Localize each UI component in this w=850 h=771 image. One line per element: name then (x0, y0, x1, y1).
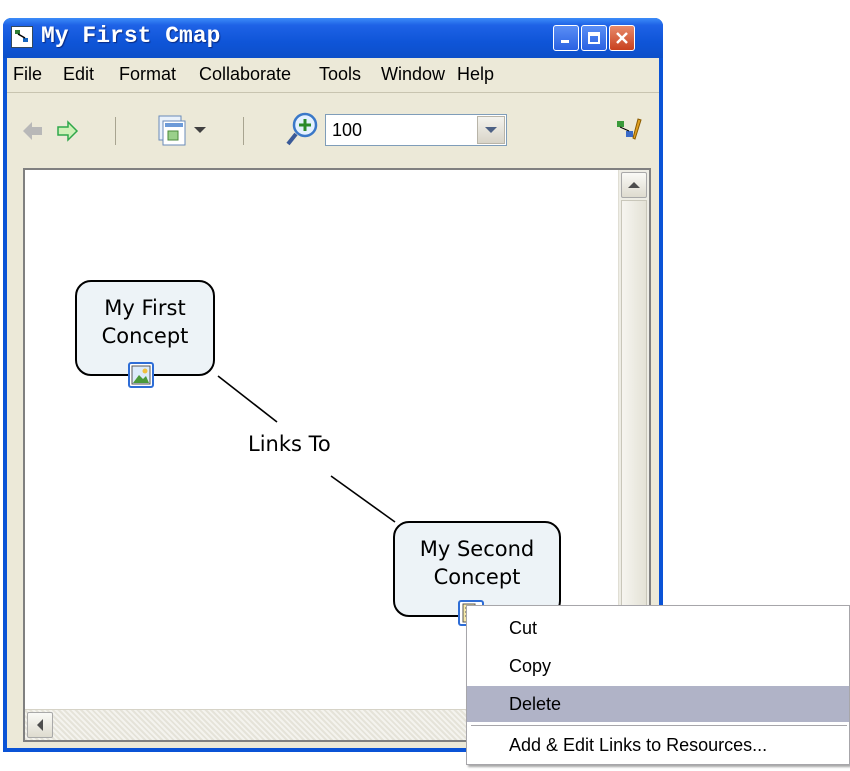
link-line-lower (330, 475, 396, 523)
toolbar-separator (243, 117, 244, 145)
zoom-in-icon[interactable] (285, 111, 321, 147)
forward-arrow-icon[interactable] (55, 119, 79, 143)
context-menu-item-label: Cut (509, 618, 538, 638)
menu-help[interactable]: Help (457, 64, 494, 85)
chevron-left-icon (37, 719, 43, 731)
menu-file[interactable]: File (13, 64, 42, 85)
menu-format[interactable]: Format (119, 64, 176, 85)
cmap-app-icon (11, 26, 33, 48)
context-menu-separator (471, 725, 847, 726)
scroll-up-button[interactable] (621, 172, 647, 198)
menu-window[interactable]: Window (381, 64, 445, 85)
context-menu-item-label: Copy (509, 656, 552, 676)
minimize-button[interactable] (553, 25, 579, 51)
zoom-combobox[interactable]: 100 (325, 114, 507, 146)
close-button[interactable] (609, 25, 635, 51)
menu-collaborate[interactable]: Collaborate (199, 64, 291, 85)
context-menu-item-label: Add & Edit Links to Resources... (509, 735, 768, 755)
image-resource-icon[interactable] (128, 362, 154, 388)
menu-edit[interactable]: Edit (63, 64, 94, 85)
chevron-down-icon (485, 127, 497, 133)
concept-label-line1: My Second (419, 537, 535, 561)
window-title: My First Cmap (41, 23, 221, 49)
link-line-upper (217, 375, 278, 423)
concept-label-line1: My First (104, 296, 186, 320)
toolbar: 100 (7, 93, 659, 167)
concept-label-line2: Concept (101, 324, 189, 348)
context-menu-item-label: Delete (509, 694, 562, 714)
title-bar[interactable]: My First Cmap (3, 18, 663, 58)
cmap-views-icon[interactable] (155, 113, 189, 147)
scroll-left-button[interactable] (27, 712, 53, 738)
maximize-button[interactable] (581, 25, 607, 51)
context-menu-cut[interactable]: Cut (467, 610, 849, 646)
zoom-dropdown-button[interactable] (477, 116, 505, 144)
zoom-value: 100 (332, 120, 363, 140)
context-menu-add-edit-links[interactable]: Add & Edit Links to Resources... (467, 727, 849, 763)
context-menu-delete[interactable]: Delete (467, 686, 849, 722)
chevron-up-icon (628, 182, 640, 188)
cmap-tools-icon[interactable] (615, 117, 643, 143)
menu-bar: File Edit Format Collaborate Tools Windo… (7, 58, 659, 93)
context-menu-copy[interactable]: Copy (467, 648, 849, 684)
toolbar-separator (115, 117, 116, 145)
concept-label-line2: Concept (433, 565, 521, 589)
chevron-down-icon[interactable] (193, 125, 207, 135)
back-arrow-icon[interactable] (21, 119, 45, 143)
link-label[interactable]: Links To (248, 432, 331, 456)
menu-tools[interactable]: Tools (319, 64, 361, 85)
context-menu: Cut Copy Delete Add & Edit Links to Reso… (466, 605, 850, 765)
